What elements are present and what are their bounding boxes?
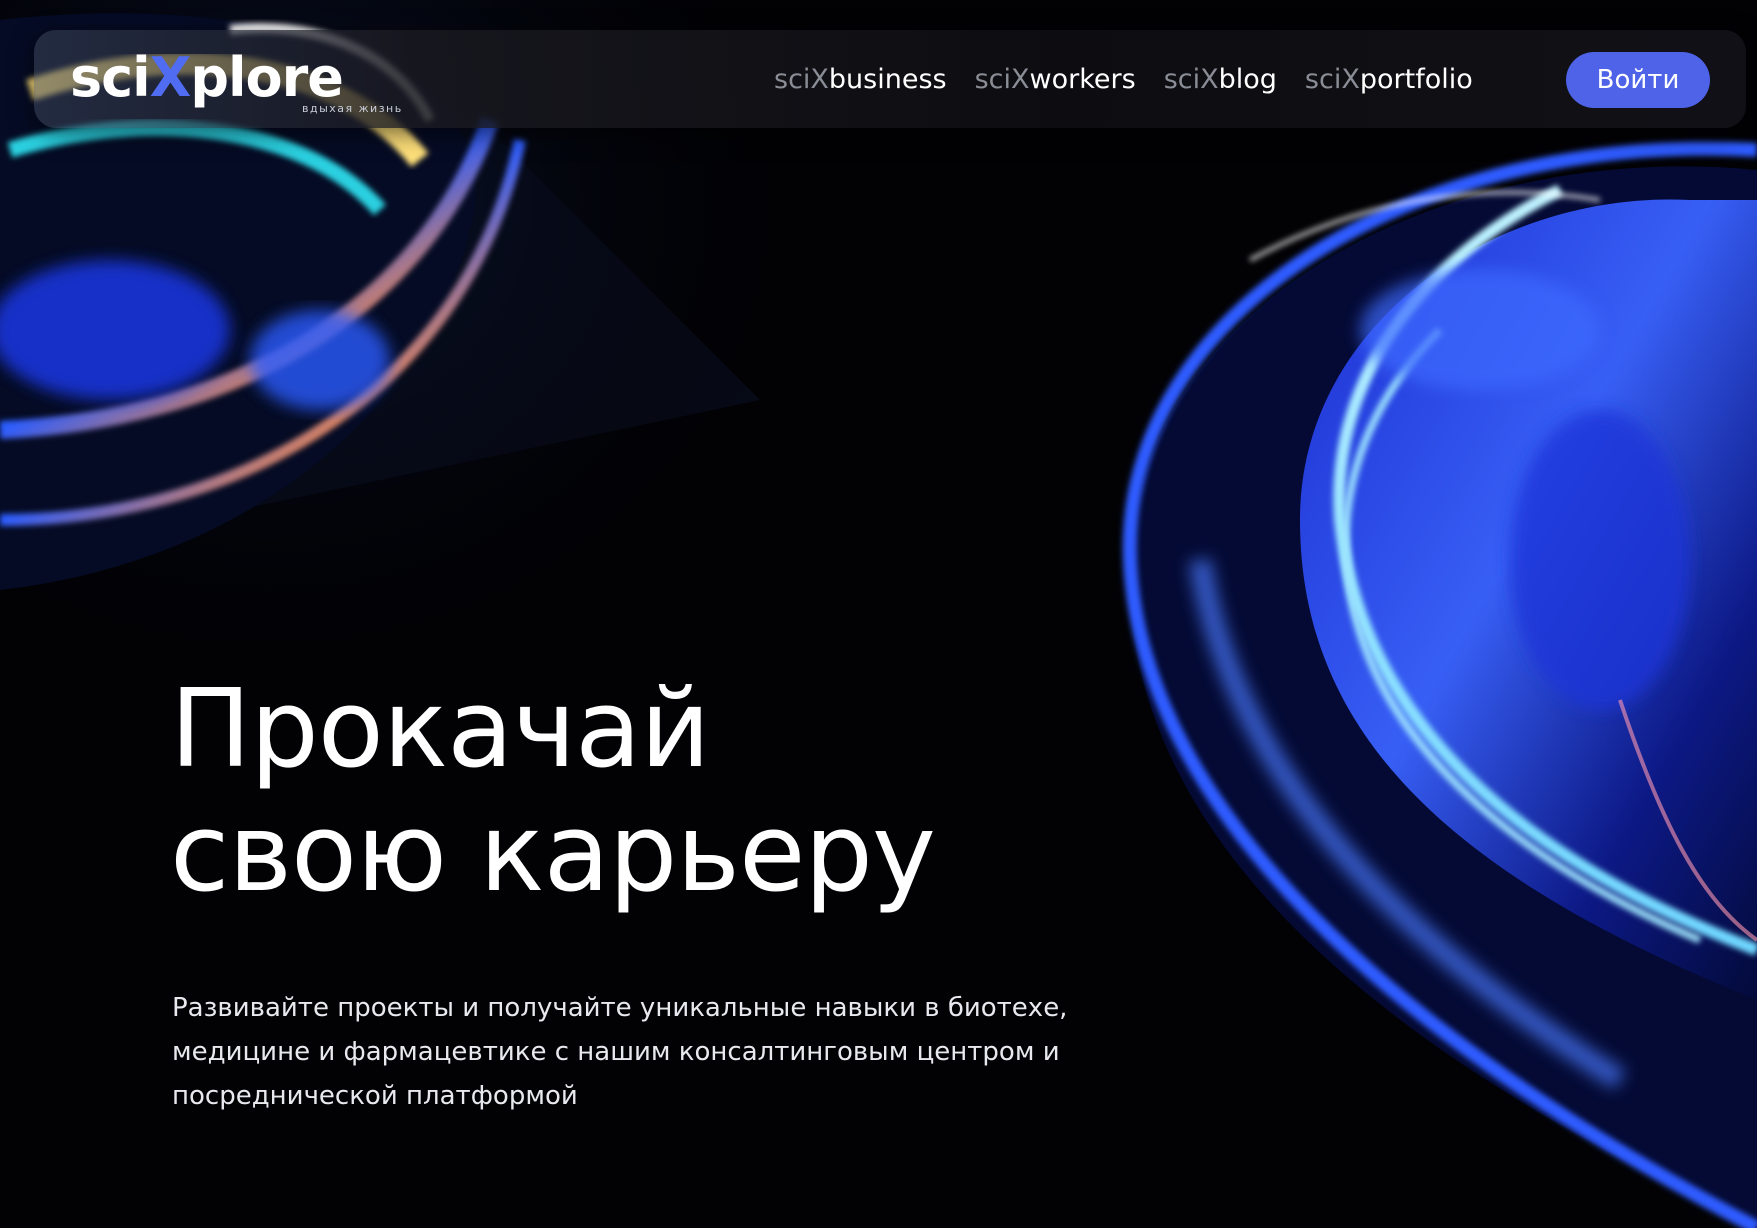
main-nav: sciXbusiness sciXworkers sciXblog sciXpo… bbox=[774, 30, 1473, 128]
hero-title: Прокачай свою карьеру bbox=[170, 667, 936, 916]
nav-link-portfolio[interactable]: sciXportfolio bbox=[1305, 64, 1473, 95]
nav-link-prefix: sciX bbox=[1304, 63, 1360, 95]
logo-prefix: sci bbox=[70, 46, 151, 109]
nav-link-label: business bbox=[828, 63, 947, 95]
hero-title-line-2: свою карьеру bbox=[170, 791, 936, 916]
brand-logo[interactable]: sciXplore вдыхая жизнь bbox=[70, 44, 401, 115]
top-navbar: sciXplore вдыхая жизнь sciXbusiness sciX… bbox=[34, 30, 1746, 128]
logo-suffix: plore bbox=[190, 46, 344, 109]
nav-link-blog[interactable]: sciXblog bbox=[1164, 64, 1277, 95]
nav-link-label: blog bbox=[1218, 63, 1277, 95]
hero-subtitle-line-1: Развивайте проекты и получайте уникальны… bbox=[172, 993, 1068, 1023]
hero-subtitle-line-3: посреднической платформой bbox=[172, 1081, 578, 1111]
nav-link-prefix: sciX bbox=[974, 63, 1030, 95]
nav-link-label: workers bbox=[1029, 63, 1136, 95]
hero-subtitle: Развивайте проекты и получайте уникальны… bbox=[172, 986, 1132, 1118]
landing-page: sciXplore вдыхая жизнь sciXbusiness sciX… bbox=[0, 0, 1757, 1228]
logo-x: X bbox=[149, 46, 192, 109]
login-button[interactable]: Войти bbox=[1566, 52, 1710, 108]
logo-wordmark: sciXplore bbox=[70, 46, 344, 109]
logo-tagline: вдыхая жизнь bbox=[302, 102, 403, 115]
hero-subtitle-line-2: медицине и фармацевтике с нашим консалти… bbox=[172, 1037, 1060, 1067]
hero-title-line-1: Прокачай bbox=[170, 667, 710, 792]
nav-link-workers[interactable]: sciXworkers bbox=[975, 64, 1136, 95]
nav-link-prefix: sciX bbox=[774, 63, 829, 95]
nav-link-business[interactable]: sciXbusiness bbox=[774, 64, 947, 95]
nav-link-prefix: sciX bbox=[1163, 63, 1219, 95]
nav-link-label: portfolio bbox=[1359, 63, 1473, 95]
right-glass-swirl bbox=[1122, 141, 1757, 1228]
